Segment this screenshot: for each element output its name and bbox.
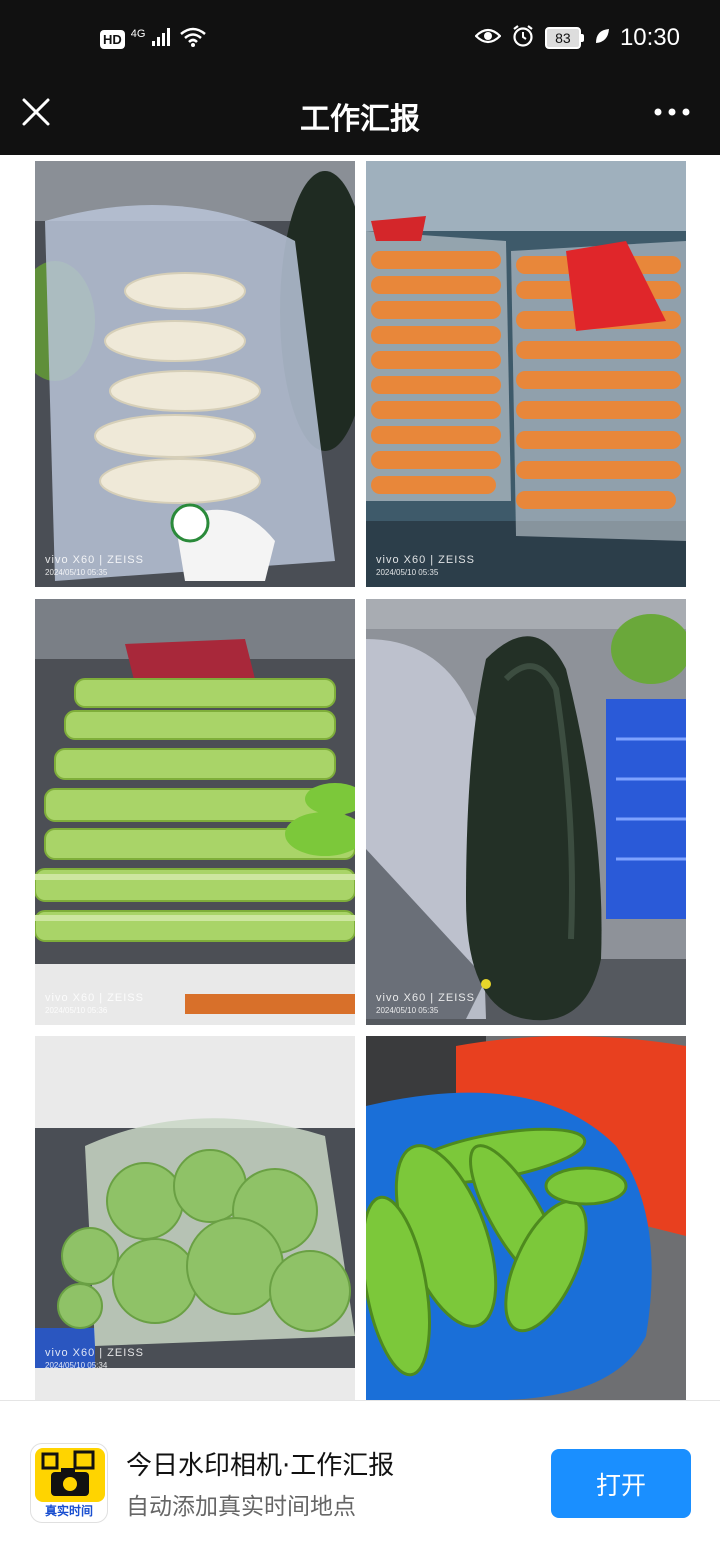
battery-level: 83: [555, 30, 571, 46]
app-icon-badge: [35, 1448, 105, 1502]
radish-image: [35, 161, 355, 587]
battery-body: 83: [544, 27, 581, 49]
leaf-icon: [594, 27, 610, 49]
bitter-melon-image: [366, 1036, 686, 1400]
watermark-brand: vivo X60 | ZEISS: [45, 1347, 144, 1359]
battery-tip: [580, 34, 584, 42]
camera-icon: [41, 1450, 95, 1496]
cabbage-image: [35, 1036, 355, 1400]
watermark-date: 2024/05/10 05:35: [45, 568, 108, 577]
photo-cabbage[interactable]: vivo X60 | ZEISS 2024/05/10 05:34: [35, 1036, 355, 1400]
photo-watermark: vivo X60 | ZEISS 2024/05/10 05:35: [376, 992, 475, 1015]
more-button[interactable]: [652, 100, 692, 124]
signal-icon: [151, 27, 173, 51]
photo-celery[interactable]: vivo X60 | ZEISS 2024/05/10 05:36: [35, 599, 355, 1025]
watermark-brand: vivo X60 | ZEISS: [376, 554, 475, 566]
watermark-brand: vivo X60 | ZEISS: [45, 554, 144, 566]
wifi-icon: [179, 26, 207, 52]
app-promo-banner: 真实时间 今日水印相机·工作汇报 自动添加真实时间地点 打开: [0, 1400, 720, 1560]
carrots-image: [366, 161, 686, 587]
watermark-date: 2024/05/10 05:35: [376, 568, 439, 577]
watermark-brand: vivo X60 | ZEISS: [45, 992, 144, 1004]
app-icon[interactable]: 真实时间: [30, 1443, 108, 1523]
page-title: 工作汇报: [300, 102, 420, 137]
status-bar: HD 4G 83 10:30: [0, 0, 720, 80]
status-left: HD 4G: [100, 26, 207, 52]
clock: 10:30: [619, 24, 680, 51]
open-app-button[interactable]: 打开: [551, 1449, 691, 1518]
photo-grid: vivo X60 | ZEISS 2024/05/10 05:35 vivo X…: [0, 155, 720, 1400]
watermark-date: 2024/05/10 05:35: [376, 1006, 439, 1015]
photo-winter-melon[interactable]: vivo X60 | ZEISS 2024/05/10 05:35: [366, 599, 686, 1025]
alarm-icon: [511, 24, 535, 52]
eye-icon: [474, 26, 502, 50]
photo-watermark: vivo X60 | ZEISS 2024/05/10 05:36: [45, 992, 144, 1015]
photo-radish[interactable]: vivo X60 | ZEISS 2024/05/10 05:35: [35, 161, 355, 587]
photo-watermark: vivo X60 | ZEISS 2024/05/10 05:35: [376, 554, 475, 577]
winter-melon-image: [366, 599, 686, 1025]
photo-carrots[interactable]: vivo X60 | ZEISS 2024/05/10 05:35: [366, 161, 686, 587]
battery-indicator: 83: [544, 27, 584, 49]
watermark-brand: vivo X60 | ZEISS: [376, 992, 475, 1004]
watermark-date: 2024/05/10 05:34: [45, 1361, 108, 1370]
app-icon-label: 真实时间: [44, 1504, 93, 1518]
app-description: 自动添加真实时间地点: [126, 1494, 356, 1520]
photo-watermark: vivo X60 | ZEISS 2024/05/10 05:34: [45, 1347, 144, 1370]
photo-watermark: vivo X60 | ZEISS 2024/05/10 05:35: [45, 554, 144, 577]
nav-bar: 工作汇报: [0, 80, 720, 155]
network-label: 4G: [130, 28, 146, 40]
photo-bitter-melon[interactable]: [366, 1036, 686, 1400]
hd-badge: HD: [100, 29, 125, 49]
more-dots-icon: [654, 108, 690, 116]
watermark-date: 2024/05/10 05:36: [45, 1006, 108, 1015]
status-right: 83 10:30: [474, 24, 680, 52]
app-name: 今日水印相机·工作汇报: [126, 1451, 395, 1481]
celery-image: [35, 599, 355, 1025]
